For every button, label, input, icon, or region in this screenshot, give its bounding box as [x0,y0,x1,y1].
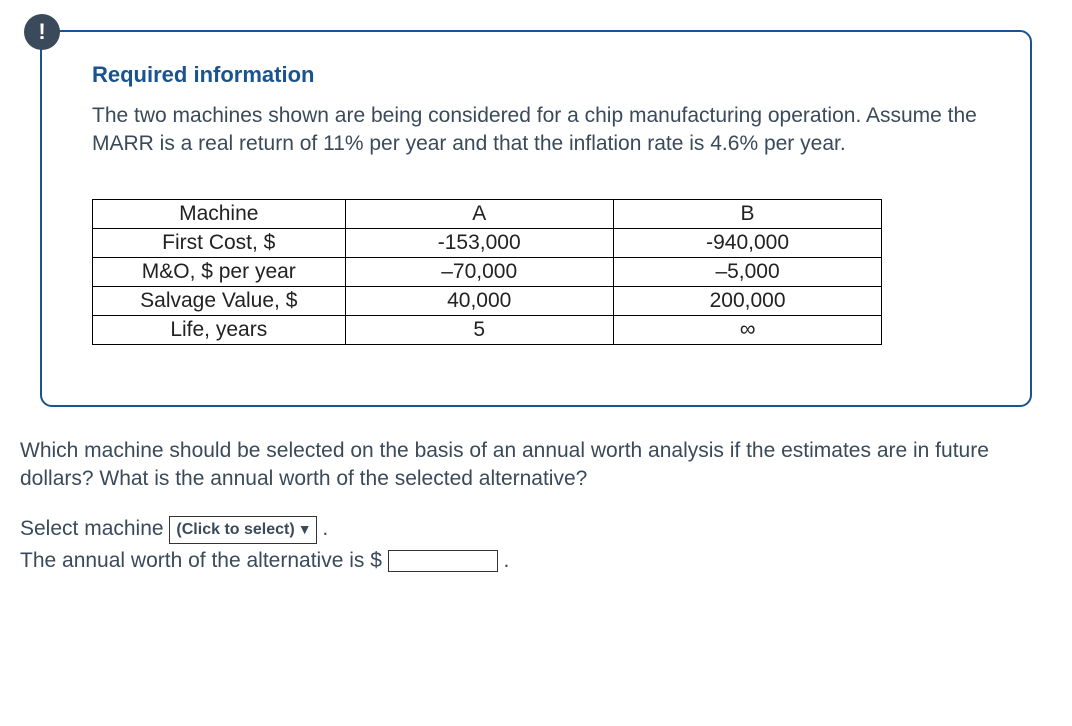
table-cell: -153,000 [345,228,613,257]
table-cell: Life, years [93,315,346,344]
required-info-box: ! Required information The two machines … [40,30,1032,407]
table-cell: Salvage Value, $ [93,286,346,315]
table-cell: –70,000 [345,257,613,286]
table-cell: 5 [345,315,613,344]
machine-table: Machine A B First Cost, $ -153,000 -940,… [92,199,882,345]
line2-suffix: . [498,549,510,572]
select-machine-label: Select machine [20,517,169,540]
infinity-symbol: ∞ [740,316,756,341]
table-cell: M&O, $ per year [93,257,346,286]
table-row: Salvage Value, $ 40,000 200,000 [93,286,882,315]
table-cell: First Cost, $ [93,228,346,257]
table-row: First Cost, $ -153,000 -940,000 [93,228,882,257]
dropdown-label: (Click to select) [176,518,294,542]
alert-symbol: ! [38,19,45,45]
table-row: M&O, $ per year –70,000 –5,000 [93,257,882,286]
table-cell: –5,000 [613,257,881,286]
table-cell: 200,000 [613,286,881,315]
annual-worth-label: The annual worth of the alternative is $ [20,549,388,572]
table-cell: 40,000 [345,286,613,315]
section-heading: Required information [92,62,990,88]
table-row: Machine A B [93,199,882,228]
table-row: Life, years 5 ∞ [93,315,882,344]
question-text: Which machine should be selected on the … [20,437,1052,494]
table-cell: -940,000 [613,228,881,257]
table-cell: ∞ [613,315,881,344]
info-paragraph: The two machines shown are being conside… [92,102,990,159]
line1-suffix: . [317,517,329,540]
table-cell: Machine [93,199,346,228]
machine-select-dropdown[interactable]: (Click to select)▼ [169,516,316,544]
table-cell: B [613,199,881,228]
chevron-down-icon: ▼ [298,519,312,540]
annual-worth-input[interactable] [388,550,498,572]
answer-section: Select machine (Click to select)▼ . The … [20,513,1052,576]
alert-icon: ! [24,14,60,50]
table-cell: A [345,199,613,228]
